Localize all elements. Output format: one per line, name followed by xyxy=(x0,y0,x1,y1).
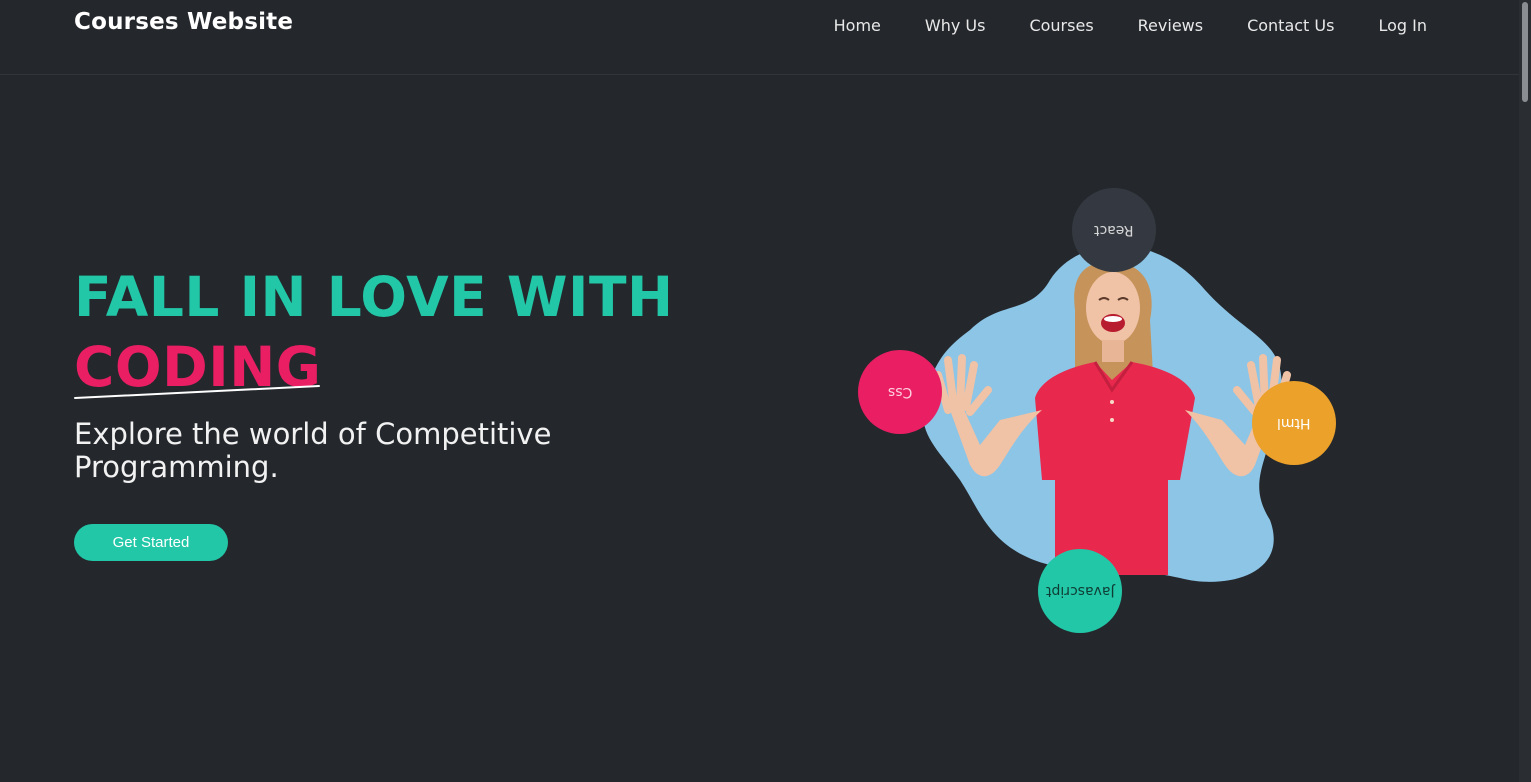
hero-subtitle: Explore the world of Competitive Program… xyxy=(74,417,552,484)
html-bubble-label: Html xyxy=(1277,415,1311,431)
javascript-bubble: Javascript xyxy=(1038,549,1122,633)
html-bubble: Html xyxy=(1252,381,1336,465)
nav-link-why-us[interactable]: Why Us xyxy=(925,15,986,37)
navbar: Courses Website Home Why Us Courses Revi… xyxy=(0,0,1519,75)
javascript-bubble-label: Javascript xyxy=(1045,583,1115,599)
nav-link-home[interactable]: Home xyxy=(834,15,881,37)
nav-link-contact-us[interactable]: Contact Us xyxy=(1247,15,1334,37)
css-bubble: Css xyxy=(858,350,942,434)
hero-title-line-1: FALL IN LOVE WITH xyxy=(74,265,674,329)
nav-link-reviews[interactable]: Reviews xyxy=(1138,15,1203,37)
brand-logo[interactable]: Courses Website xyxy=(74,9,293,35)
nav-link-log-in[interactable]: Log In xyxy=(1378,15,1427,37)
react-bubble-label: React xyxy=(1094,222,1134,238)
nav-link-courses[interactable]: Courses xyxy=(1029,15,1093,37)
scrollbar[interactable] xyxy=(1519,0,1531,782)
scrollbar-thumb[interactable] xyxy=(1522,2,1528,102)
get-started-button[interactable]: Get Started xyxy=(74,524,228,561)
react-bubble: React xyxy=(1072,188,1156,272)
page: Courses Website Home Why Us Courses Revi… xyxy=(0,0,1531,782)
hero-illustration: React Css Html Javascript xyxy=(850,180,1350,650)
css-bubble-label: Css xyxy=(887,384,913,400)
nav-links: Home Why Us Courses Reviews Contact Us L… xyxy=(790,15,1427,37)
title-underline xyxy=(74,385,320,399)
